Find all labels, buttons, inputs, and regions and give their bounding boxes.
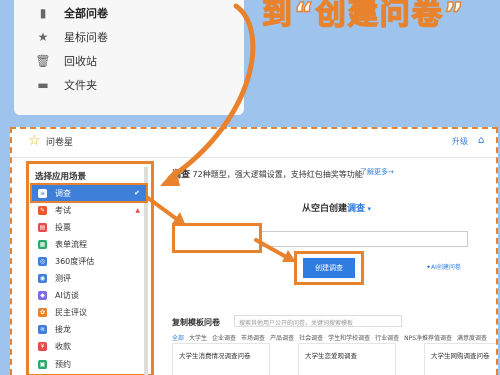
sidebar-item[interactable]: ¥ 收款 [32, 339, 146, 355]
sidebar-item-label: 考试 [55, 205, 71, 215]
sidebar-item-label: 调查 [55, 188, 71, 198]
logo-text: 问卷星 [46, 138, 74, 148]
scenario-icon: ◆ [38, 291, 47, 301]
document-icon: ▮ [39, 6, 47, 20]
template-tab[interactable]: 全部 [172, 335, 184, 342]
sidebar-item[interactable]: ◎ 360度评估 [32, 253, 146, 269]
scenario-icon: ≋ [38, 325, 47, 335]
template-tab[interactable]: 行业调查 [375, 335, 399, 342]
sidebar-item[interactable]: ◉ 测评 [32, 271, 146, 287]
template-card[interactable]: 大学生消费情况调查问卷 [172, 343, 270, 375]
sidebar-menu-callout: ▮ 全部问卷 ★ 星标问卷 🗑 回收站 ▬ 文件夹 [14, 0, 244, 115]
check-icon: ✔ [134, 189, 140, 197]
sidebar-item-label: 民主评议 [55, 308, 87, 318]
trash-icon: 🗑 [35, 54, 51, 68]
scenario-icon: ▦ [38, 239, 47, 249]
folder-icon: ▬ [37, 78, 49, 92]
template-tab[interactable]: 企业调查 [212, 335, 236, 342]
sidebar-item[interactable]: ▤ 投票 [32, 219, 146, 235]
menu-item-label: 全部问卷 [64, 7, 108, 20]
sidebar-item[interactable]: ✿ 民主评议 [32, 305, 146, 321]
sidebar-item-label: 预约 [55, 359, 71, 369]
scenario-icon: ▣ [38, 359, 47, 369]
menu-item-label: 文件夹 [64, 79, 97, 92]
template-tabs: 全部 大学生 企业调查 市场调查 产品调查 社会调查 学生和学校调查 行业调查 NPS净推荐值调… [172, 333, 492, 342]
template-tab[interactable]: 产品调查 [270, 335, 294, 342]
logo-star-icon: ☆ [28, 133, 41, 149]
create-header: 调查 72种题型，强大逻辑设置，支持红包抽奖等功能 [172, 167, 363, 180]
hot-icon: ▲ [135, 206, 140, 214]
scenario-icon: ◉ [38, 274, 47, 283]
upgrade-link[interactable]: 升级 [452, 136, 468, 147]
template-tab[interactable]: 大学生 [189, 335, 207, 342]
blank-create-type-dropdown[interactable]: 调查 [347, 204, 365, 214]
scenario-icon: ≡ [38, 188, 47, 198]
ai-create-link[interactable]: ✦AI创建问卷 [426, 262, 461, 271]
sidebar-item[interactable]: ▣ 预约 [32, 356, 146, 372]
sidebar-item[interactable]: ≋ 接龙 [32, 322, 146, 338]
create-type: 调查 [172, 170, 191, 180]
chevron-down-icon[interactable]: ▾ [365, 205, 371, 213]
menu-item-all-surveys[interactable]: ▮ 全部问卷 [36, 2, 241, 24]
copy-template-title: 复制模板问卷 [172, 318, 220, 327]
scenario-icon: ▤ [38, 222, 47, 232]
headline: 到“创建问卷” [261, 0, 466, 32]
sidebar-title: 选择应用场景 [35, 172, 87, 182]
menu-item-label: 星标问卷 [64, 31, 108, 44]
template-tab[interactable]: 社会调查 [299, 335, 323, 342]
star-icon: ★ [37, 30, 49, 44]
menu-item-label: 回收站 [64, 55, 97, 68]
input-highlight [172, 223, 262, 253]
template-card[interactable]: 大学生恋爱观调查 [298, 343, 396, 375]
create-description: 72种题型，强大逻辑设置，支持红包抽奖等功能 [190, 170, 363, 179]
template-tab[interactable]: 满意度调查 [457, 335, 487, 342]
scenario-icon: ◎ [38, 256, 47, 266]
menu-item-starred[interactable]: ★ 星标问卷 [36, 26, 108, 48]
home-icon[interactable]: ⌂ [478, 135, 484, 146]
template-tab[interactable]: 市场调查 [241, 335, 265, 342]
app-screenshot: ☆ 问卷星 升级 ⌂ 选择应用场景 调查 72种题型，强大逻辑设置，支持红包抽奖… [10, 127, 498, 375]
scenario-icon: ¥ [38, 342, 47, 352]
template-card[interactable]: 大学生网购调查问卷 [424, 343, 496, 375]
template-search-input[interactable]: 搜索其他用户公开的问卷，关键词搜索模板 [234, 315, 402, 327]
template-tab[interactable]: 学生和学校调查 [328, 335, 370, 342]
sidebar-item-label: 表单流程 [55, 239, 87, 249]
sidebar-item[interactable]: ≡ 调查 ✔ [30, 183, 148, 203]
sidebar-item-label: 接龙 [55, 325, 71, 335]
sidebar-item[interactable]: ▦ 表单流程 [32, 236, 146, 252]
scenario-icon: ✎ [38, 205, 47, 215]
ai-create-label: AI创建问卷 [431, 264, 461, 271]
template-tab[interactable]: NPS净推荐值调查 [404, 335, 452, 342]
sidebar-item-label: 投票 [55, 222, 71, 232]
sidebar-item-label: 测评 [55, 274, 71, 283]
create-survey-button[interactable]: 创建调查 [303, 258, 355, 278]
sidebar-item-label: 360度评估 [55, 256, 95, 266]
sidebar-item[interactable]: ✎ 考试 ▲ [32, 202, 146, 218]
blank-create-title: 从空白创建调查 ▾ [302, 201, 371, 214]
menu-item-folder[interactable]: ▬ 文件夹 [36, 74, 97, 96]
top-bar: ☆ 问卷星 升级 ⌂ [12, 129, 496, 158]
menu-item-trash[interactable]: 🗑 回收站 [35, 50, 97, 72]
sidebar-item-label: 收款 [55, 342, 71, 352]
sidebar-item[interactable]: ◆ AI访谈 [32, 288, 146, 304]
learn-more-link[interactable]: 了解更多→ [360, 167, 394, 177]
scenario-icon: ✿ [38, 308, 47, 318]
blank-create-prefix: 从空白创建 [302, 204, 348, 214]
sidebar-item-label: AI访谈 [55, 291, 79, 301]
